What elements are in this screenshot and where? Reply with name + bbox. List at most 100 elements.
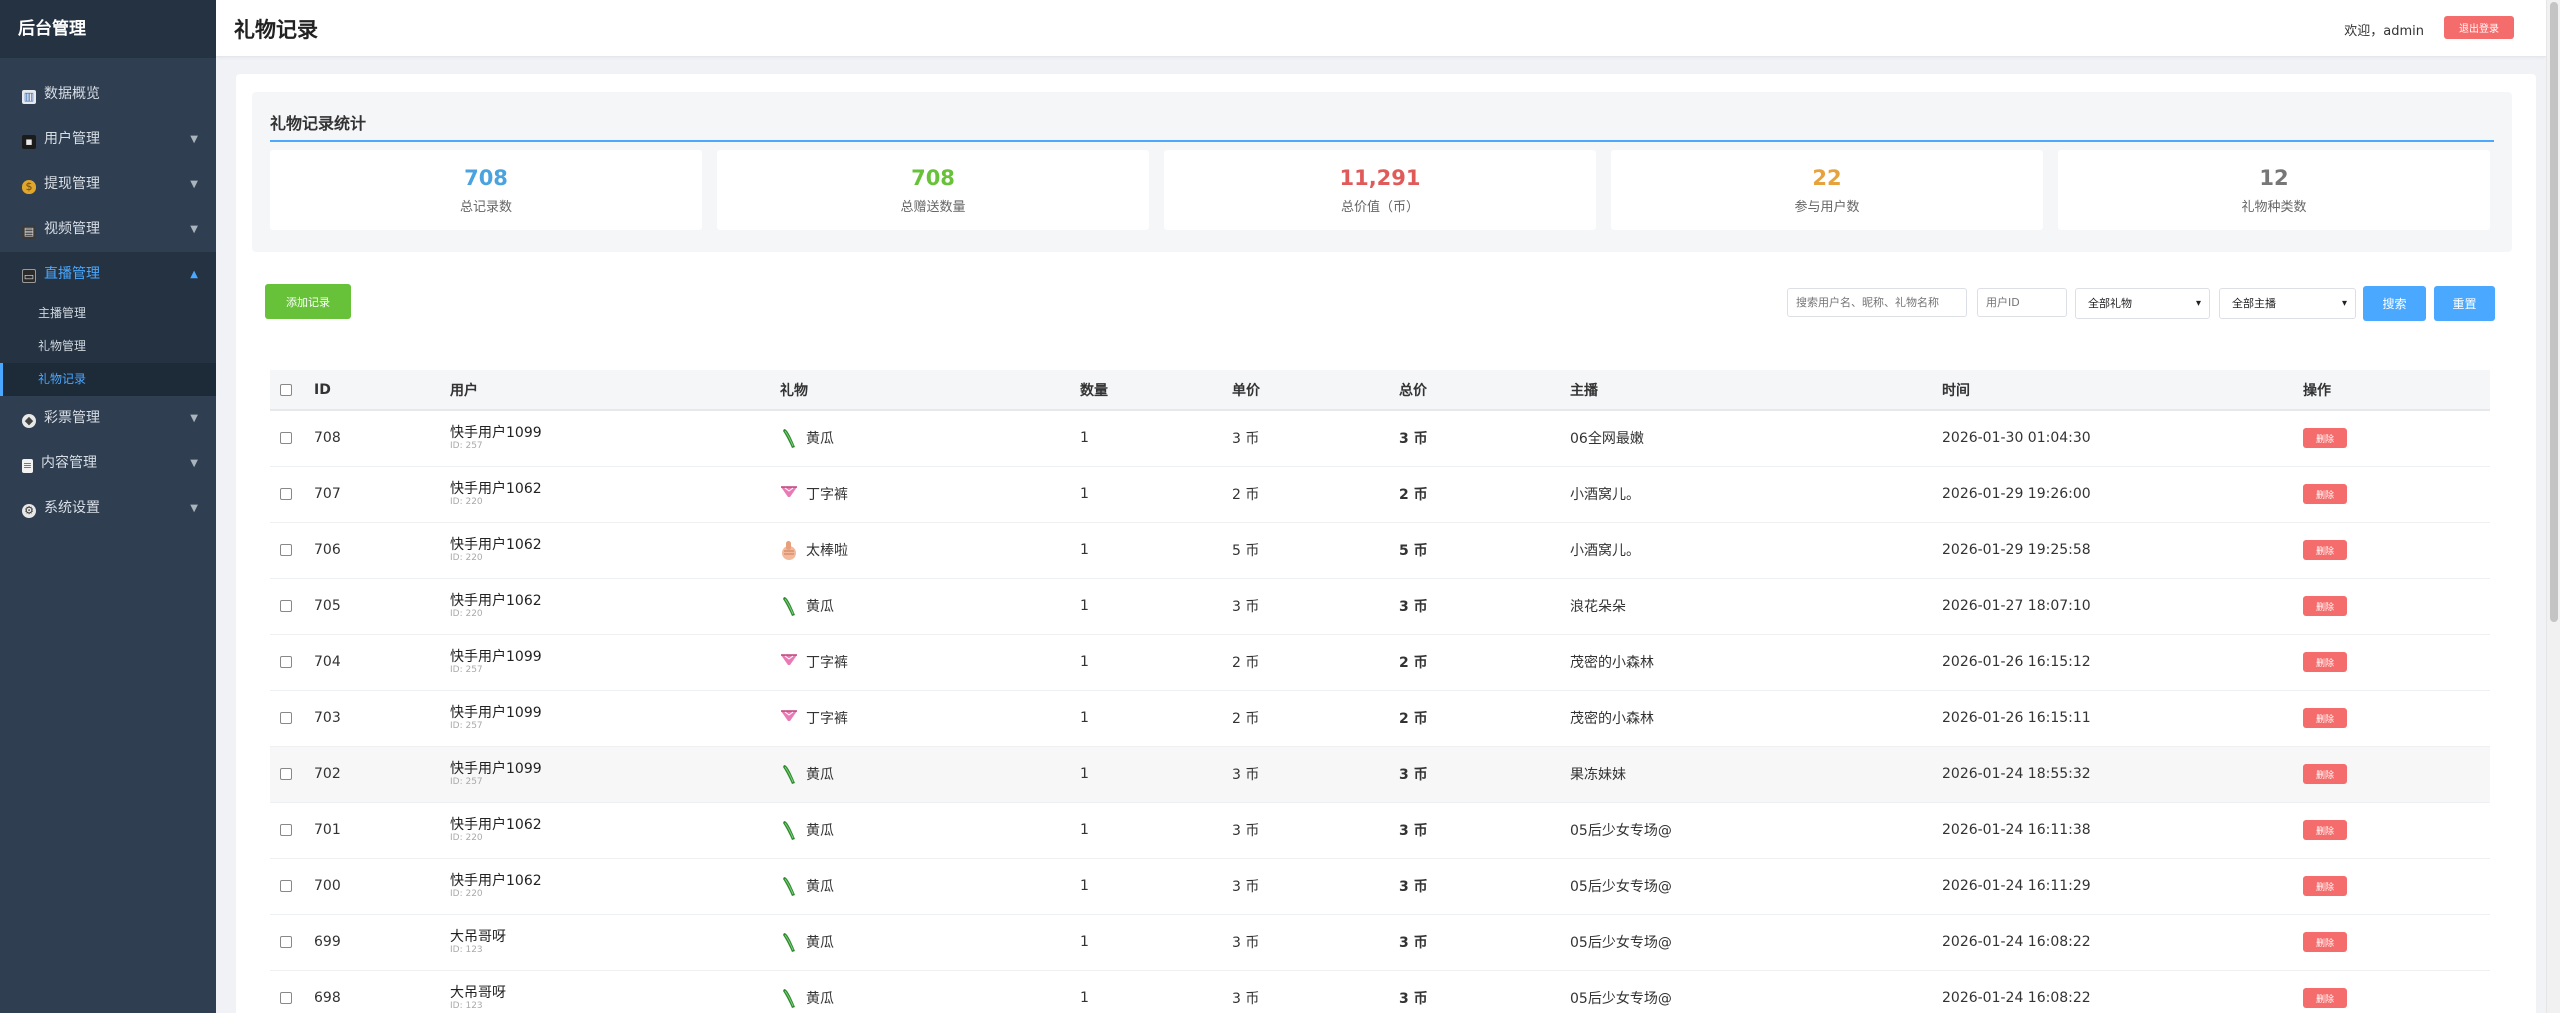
user-id: ID: 220 [450,496,483,507]
page-scrollbar[interactable] [2546,0,2560,1013]
col-header-anchor: 主播 [1570,370,1942,411]
cell-total: 3 币 [1399,858,1570,915]
sidebar-subitem-gifts[interactable]: 礼物管理 [0,330,216,363]
cell-quantity: 1 [1080,802,1232,859]
cell-unit-price: 3 币 [1232,858,1399,915]
sidebar-item-lottery[interactable]: ◆ 彩票管理 ▼ [0,396,216,441]
thumbs-up-icon [780,539,798,561]
delete-button[interactable]: 删除 [2303,596,2347,616]
anchor-filter-select[interactable]: 全部主播 ▾ [2219,288,2356,319]
user-id: ID: 257 [450,664,483,675]
sidebar-item-label: 视频管理 [44,221,100,237]
cell-id: 701 [314,802,450,859]
sidebar-subitem-anchors[interactable]: 主播管理 [0,297,216,330]
table-row: 703 快手用户1099 ID: 257 丁字裤 1 2 币2 币茂密的小森林 2026-0… [270,690,2490,747]
cell-quantity: 1 [1080,970,1232,1013]
cell-user: 快手用户1062 ID: 220 [450,522,780,579]
row-select-cell [270,578,314,635]
stat-card-gift-types: 12 礼物种类数 [2058,150,2490,230]
delete-button[interactable]: 删除 [2303,708,2347,728]
delete-button[interactable]: 删除 [2303,876,2347,896]
select-all-checkbox[interactable] [280,383,292,396]
search-input[interactable] [1787,288,1967,317]
sidebar-item-label: 数据概览 [44,86,100,102]
search-button[interactable]: 搜索 [2363,286,2426,321]
cell-anchor: 05后少女专场@ [1570,802,1942,859]
row-checkbox[interactable] [280,656,292,668]
user-name: 快手用户1062 [450,536,542,553]
table-row: 700 快手用户1062 ID: 220 黄瓜 1 3 币3 币 05后少女专场@ 2026-… [270,858,2490,915]
cell-id: 707 [314,466,450,523]
row-checkbox[interactable] [280,544,292,556]
delete-button[interactable]: 删除 [2303,652,2347,672]
delete-button[interactable]: 删除 [2303,988,2347,1008]
sidebar-menu: ▥ 数据概览 ▪ 用户管理 ▼ $ 提现管理 ▼ ▤ 视频管理 ▼ ▭ 直播管理 ▲ 主播管理 礼… [0,58,216,531]
scrollbar-thumb[interactable] [2550,2,2558,622]
add-record-button[interactable]: 添加记录 [265,284,351,319]
sidebar-subitem-gift-records[interactable]: 礼物记录 [0,363,216,396]
row-checkbox[interactable] [280,432,292,445]
row-select-cell [270,914,314,971]
chevron-down-icon: ▼ [190,224,198,235]
cell-time: 2026-01-24 16:08:22 [1942,914,2303,971]
delete-button[interactable]: 删除 [2303,820,2347,840]
row-checkbox[interactable] [280,600,292,612]
cell-time: 2026-01-27 18:07:10 [1942,578,2303,635]
sidebar-item-content[interactable]: ≡ 内容管理 ▼ [0,441,216,486]
stats-divider [270,140,2494,142]
stat-card-users: 22 参与用户数 [1611,150,2043,230]
cell-time: 2026-01-24 18:55:32 [1942,746,2303,803]
money-bag-icon: $ [22,180,36,194]
chevron-down-icon: ▼ [190,179,198,190]
logout-button[interactable]: 退出登录 [2444,16,2514,39]
sidebar-item-label: 直播管理 [44,266,100,282]
sidebar-item-live[interactable]: ▭ 直播管理 ▲ [0,252,216,297]
stat-label: 参与用户数 [1794,200,1860,215]
delete-button[interactable]: 删除 [2303,932,2347,952]
select-all-cell [270,370,314,411]
user-id: ID: 220 [450,888,483,899]
col-header-id: ID [314,370,450,411]
sidebar-item-label: 用户管理 [44,131,100,147]
sidebar-item-dashboard[interactable]: ▥ 数据概览 [0,72,216,117]
delete-button[interactable]: 删除 [2303,484,2347,504]
sidebar-item-users[interactable]: ▪ 用户管理 ▼ [0,117,216,162]
sidebar-item-settings[interactable]: ⚙ 系统设置 ▼ [0,486,216,531]
row-checkbox[interactable] [280,880,292,892]
row-checkbox[interactable] [280,824,292,836]
cell-actions: 删除 [2303,466,2490,523]
delete-button[interactable]: 删除 [2303,764,2347,784]
delete-button[interactable]: 删除 [2303,540,2347,560]
row-checkbox[interactable] [280,768,292,780]
row-checkbox[interactable] [280,488,292,500]
user-name: 快手用户1062 [450,816,542,833]
row-checkbox[interactable] [280,936,292,948]
reset-button[interactable]: 重置 [2434,286,2495,321]
chevron-down-icon: ▼ [190,134,198,145]
table-row: 704 快手用户1099 ID: 257 丁字裤 1 2 币2 币茂密的小森林 2026-0… [270,634,2490,691]
row-checkbox[interactable] [280,712,292,724]
gift-name: 黄瓜 [806,767,834,783]
sidebar-item-withdraw[interactable]: $ 提现管理 ▼ [0,162,216,207]
sidebar-item-videos[interactable]: ▤ 视频管理 ▼ [0,207,216,252]
user-id-input[interactable] [1977,288,2067,317]
stat-value: 11,291 [1339,166,1421,190]
page-title: 礼物记录 [234,18,318,42]
cell-gift: 丁字裤 [780,634,1080,691]
live-submenu: 主播管理 礼物管理 礼物记录 [0,297,216,396]
row-checkbox[interactable] [280,992,292,1004]
col-header-unit-price: 单价 [1232,370,1399,411]
chevron-down-icon: ▾ [2341,298,2347,309]
row-select-cell [270,634,314,691]
cell-time: 2026-01-30 01:04:30 [1942,410,2303,467]
gift-name: 黄瓜 [806,879,834,895]
sidebar: 后台管理 ▥ 数据概览 ▪ 用户管理 ▼ $ 提现管理 ▼ ▤ 视频管理 ▼ ▭ 直播管理 ▲ 主… [0,0,216,1013]
cell-actions: 删除 [2303,858,2490,915]
chevron-down-icon: ▼ [190,503,198,514]
cell-unit-price: 3 币 [1232,410,1399,467]
cell-unit-price: 2 币 [1232,466,1399,523]
delete-button[interactable]: 删除 [2303,428,2347,449]
gift-filter-select[interactable]: 全部礼物 ▾ [2075,288,2210,319]
stat-label: 总记录数 [459,200,512,215]
cell-actions: 删除 [2303,746,2490,803]
